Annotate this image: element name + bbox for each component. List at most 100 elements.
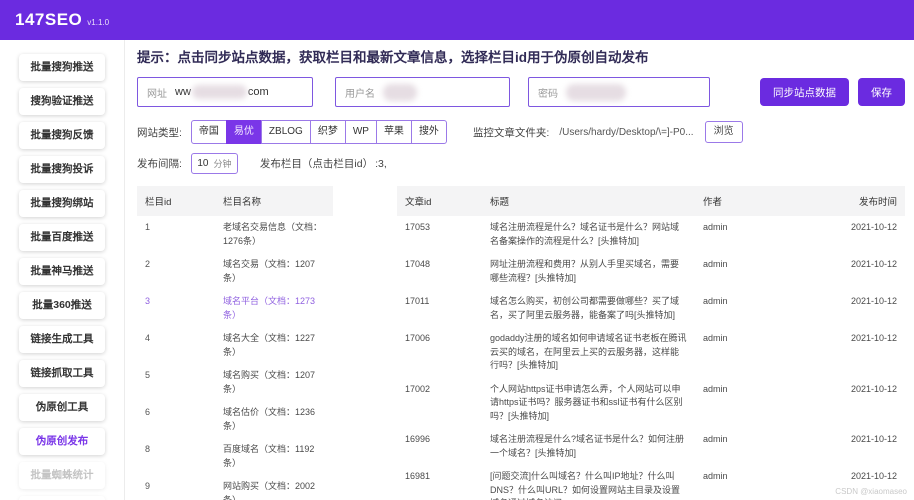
article-author-cell: admin — [703, 434, 728, 444]
sidebar-item[interactable]: 链接生成工具 — [19, 326, 105, 353]
sidebar-item[interactable]: 批量搜狗推送 — [19, 54, 105, 81]
column-name-cell: 域名大全（文档：1227条） — [223, 333, 316, 357]
browse-button[interactable]: 浏览 — [704, 121, 743, 143]
credentials-row: 网址 ww com 用户名 密码 同步站点数据 保存 — [137, 77, 905, 107]
articles-table-header-id: 文章id — [397, 186, 482, 216]
masked-password-value — [566, 83, 626, 101]
password-label: 密码 — [538, 88, 558, 100]
sync-site-data-button[interactable]: 同步站点数据 — [760, 78, 849, 106]
table-row: 17053 域名注册流程是什么？域名证书是什么？网站域名备案操作的流程是什么？[头… — [397, 216, 905, 253]
article-title-cell: 域名注册流程是什么?域名证书是什么？如何注册一个域名？[头推特加] — [490, 434, 685, 458]
article-title-cell: 域名注册流程是什么？域名证书是什么？网站域名备案操作的流程是什么？[头推特加] — [490, 222, 680, 246]
site-type-option[interactable]: ZBLOG — [260, 120, 311, 144]
sidebar-item: 批量蜘蛛统计 — [19, 462, 105, 489]
column-name-cell: 域名购买（文档：1207条） — [223, 370, 316, 394]
sidebar-item[interactable]: 批量搜狗反馈 — [19, 122, 105, 149]
column-id-cell[interactable]: 5 — [137, 364, 215, 401]
article-date-cell: 2021-10-12 — [850, 333, 897, 343]
site-type-segmented-control: 帝国 易优 ZBLOG 织梦 WP 苹果 搜外 — [190, 120, 447, 144]
watermark: CSDN @xiaomaseo — [835, 487, 907, 496]
interval-input[interactable]: 10 分钟 — [190, 153, 238, 174]
tables-area: 栏目id 栏目名称 1 老域名交易信息（文档：1276条） 2 域名交易（文档：120… — [137, 186, 905, 500]
app-version: v1.1.0 — [87, 18, 110, 27]
sidebar-item[interactable]: 伪原创发布 — [19, 428, 105, 455]
article-date-cell: 2021-10-12 — [850, 259, 897, 269]
column-id-cell[interactable]: 3 — [137, 290, 215, 327]
sidebar-item[interactable]: 搜狗验证推送 — [19, 88, 105, 115]
column-name-cell: 域名交易（文档：1207条） — [223, 259, 316, 283]
column-id-cell[interactable]: 4 — [137, 327, 215, 364]
site-url-label: 网址 — [147, 88, 167, 100]
sidebar-item — [19, 496, 105, 500]
site-type-option[interactable]: 苹果 — [375, 120, 412, 144]
article-id-cell: 17002 — [405, 383, 431, 394]
table-row: 17048 网址注册流程和费用？从别人手里买域名，需要哪些流程？[头推特加] adm… — [397, 253, 905, 290]
article-title-cell: [问题交流]什么叫域名？什么叫IP地址？什么叫DNS？什么叫URL？如何设置网站… — [490, 471, 681, 500]
articles-table-header-title: 标题 — [482, 186, 695, 216]
sidebar-item[interactable]: 批量搜狗绑站 — [19, 190, 105, 217]
articles-table-header-date: 发布时间 — [775, 186, 905, 216]
column-name-cell: 百度域名（文档：1192条） — [223, 444, 315, 468]
column-name-cell: 域名估价（文档：1236条） — [223, 407, 316, 431]
table-row: 6 域名估价（文档：1236条） — [137, 401, 333, 438]
columns-table-header-name: 栏目名称 — [215, 186, 333, 216]
column-name-cell: 网站购买（文档：2002条） — [223, 481, 316, 500]
monitor-folder-path: /Users/hardy/Desktop/\=]-P0... — [559, 126, 694, 138]
article-date-cell: 2021-10-12 — [850, 434, 897, 444]
article-author-cell: admin — [703, 259, 728, 269]
site-type-label: 网站类型: — [137, 126, 182, 139]
site-url-input[interactable]: 网址 ww com — [137, 77, 313, 107]
sidebar-item[interactable]: 批量百度推送 — [19, 224, 105, 251]
site-type-option[interactable]: 易优 — [225, 120, 262, 144]
columns-table-header-id: 栏目id — [137, 186, 215, 216]
article-date-cell: 2021-10-12 — [850, 383, 897, 394]
articles-table-header-author: 作者 — [695, 186, 775, 216]
masked-url-value — [191, 85, 247, 99]
article-title-cell: 个人网站https证书申请怎么弄，个人网站可以申请https证书吗？服务器证书和… — [490, 383, 683, 421]
interval-unit: 分钟 — [213, 159, 232, 169]
table-row: 16981 [问题交流]什么叫域名？什么叫IP地址？什么叫DNS？什么叫URL？如… — [397, 465, 905, 500]
save-button[interactable]: 保存 — [858, 78, 905, 106]
article-title-cell: godaddy注册的域名如何申请域名证书老板在腾讯云买的域名，在阿里云上买的云服… — [490, 333, 687, 370]
articles-table-body: 17053 域名注册流程是什么？域名证书是什么？网站域名备案操作的流程是什么？[头… — [397, 216, 905, 500]
article-id-cell: 17053 — [405, 222, 431, 232]
site-type-option[interactable]: WP — [344, 120, 377, 144]
site-type-option[interactable]: 织梦 — [309, 120, 346, 144]
sidebar-item[interactable]: 伪原创工具 — [19, 394, 105, 421]
sidebar-item[interactable]: 批量360推送 — [19, 292, 105, 319]
article-author-cell: admin — [703, 296, 728, 306]
article-date-cell: 2021-10-12 — [850, 222, 897, 232]
table-row: 17006 godaddy注册的域名如何申请域名证书老板在腾讯云买的域名，在阿里云… — [397, 327, 905, 378]
publish-column-label: 发布栏目（点击栏目id） — [259, 158, 374, 170]
table-row: 5 域名购买（文档：1207条） — [137, 364, 333, 401]
sidebar-item[interactable]: 链接抓取工具 — [19, 360, 105, 387]
columns-table: 栏目id 栏目名称 1 老域名交易信息（文档：1276条） 2 域名交易（文档：120… — [137, 186, 333, 500]
article-id-cell: 16996 — [405, 434, 431, 444]
interval-row: 发布间隔: 10 分钟 发布栏目（点击栏目id） :3, — [137, 153, 905, 174]
column-id-cell[interactable]: 6 — [137, 401, 215, 438]
site-type-option[interactable]: 搜外 — [410, 120, 447, 144]
column-id-cell[interactable]: 8 — [137, 438, 215, 475]
article-author-cell: admin — [703, 333, 728, 343]
column-id-cell[interactable]: 2 — [137, 253, 215, 290]
username-input[interactable]: 用户名 — [335, 77, 510, 107]
table-row: 2 域名交易（文档：1207条） — [137, 253, 333, 290]
sidebar-item[interactable]: 批量神马推送 — [19, 258, 105, 285]
monitor-folder-label: 监控文章文件夹: — [472, 126, 550, 139]
site-type-option[interactable]: 帝国 — [190, 120, 227, 144]
article-author-cell: admin — [703, 471, 728, 481]
article-author-cell: admin — [703, 383, 728, 394]
column-id-cell[interactable]: 1 — [137, 216, 215, 253]
masked-username-value — [383, 83, 417, 101]
table-row: 3 域名平台（文档：1273条） — [137, 290, 333, 327]
column-id-cell[interactable]: 9 — [137, 475, 215, 500]
site-type-row: 网站类型: 帝国 易优 ZBLOG 织梦 WP 苹果 搜外 监控文章文件夹: /Users/… — [137, 120, 905, 144]
article-author-cell: admin — [703, 222, 728, 232]
table-row: 17011 域名怎么购买，初创公司都需要做哪些？买了域名，买了阿里云服务器，能备案… — [397, 290, 905, 327]
interval-label: 发布间隔: — [137, 158, 182, 170]
articles-table: 文章id 标题 作者 发布时间 17053 域名注册流程是什么？域名证书是什么？网… — [397, 186, 905, 500]
main-panel: 提示：点击同步站点数据，获取栏目和最新文章信息，选择栏目id用于伪原创自动发布 … — [125, 40, 914, 500]
password-input[interactable]: 密码 — [528, 77, 710, 107]
sidebar-item[interactable]: 批量搜狗投诉 — [19, 156, 105, 183]
column-name-cell: 老域名交易信息（文档：1276条） — [223, 222, 323, 246]
